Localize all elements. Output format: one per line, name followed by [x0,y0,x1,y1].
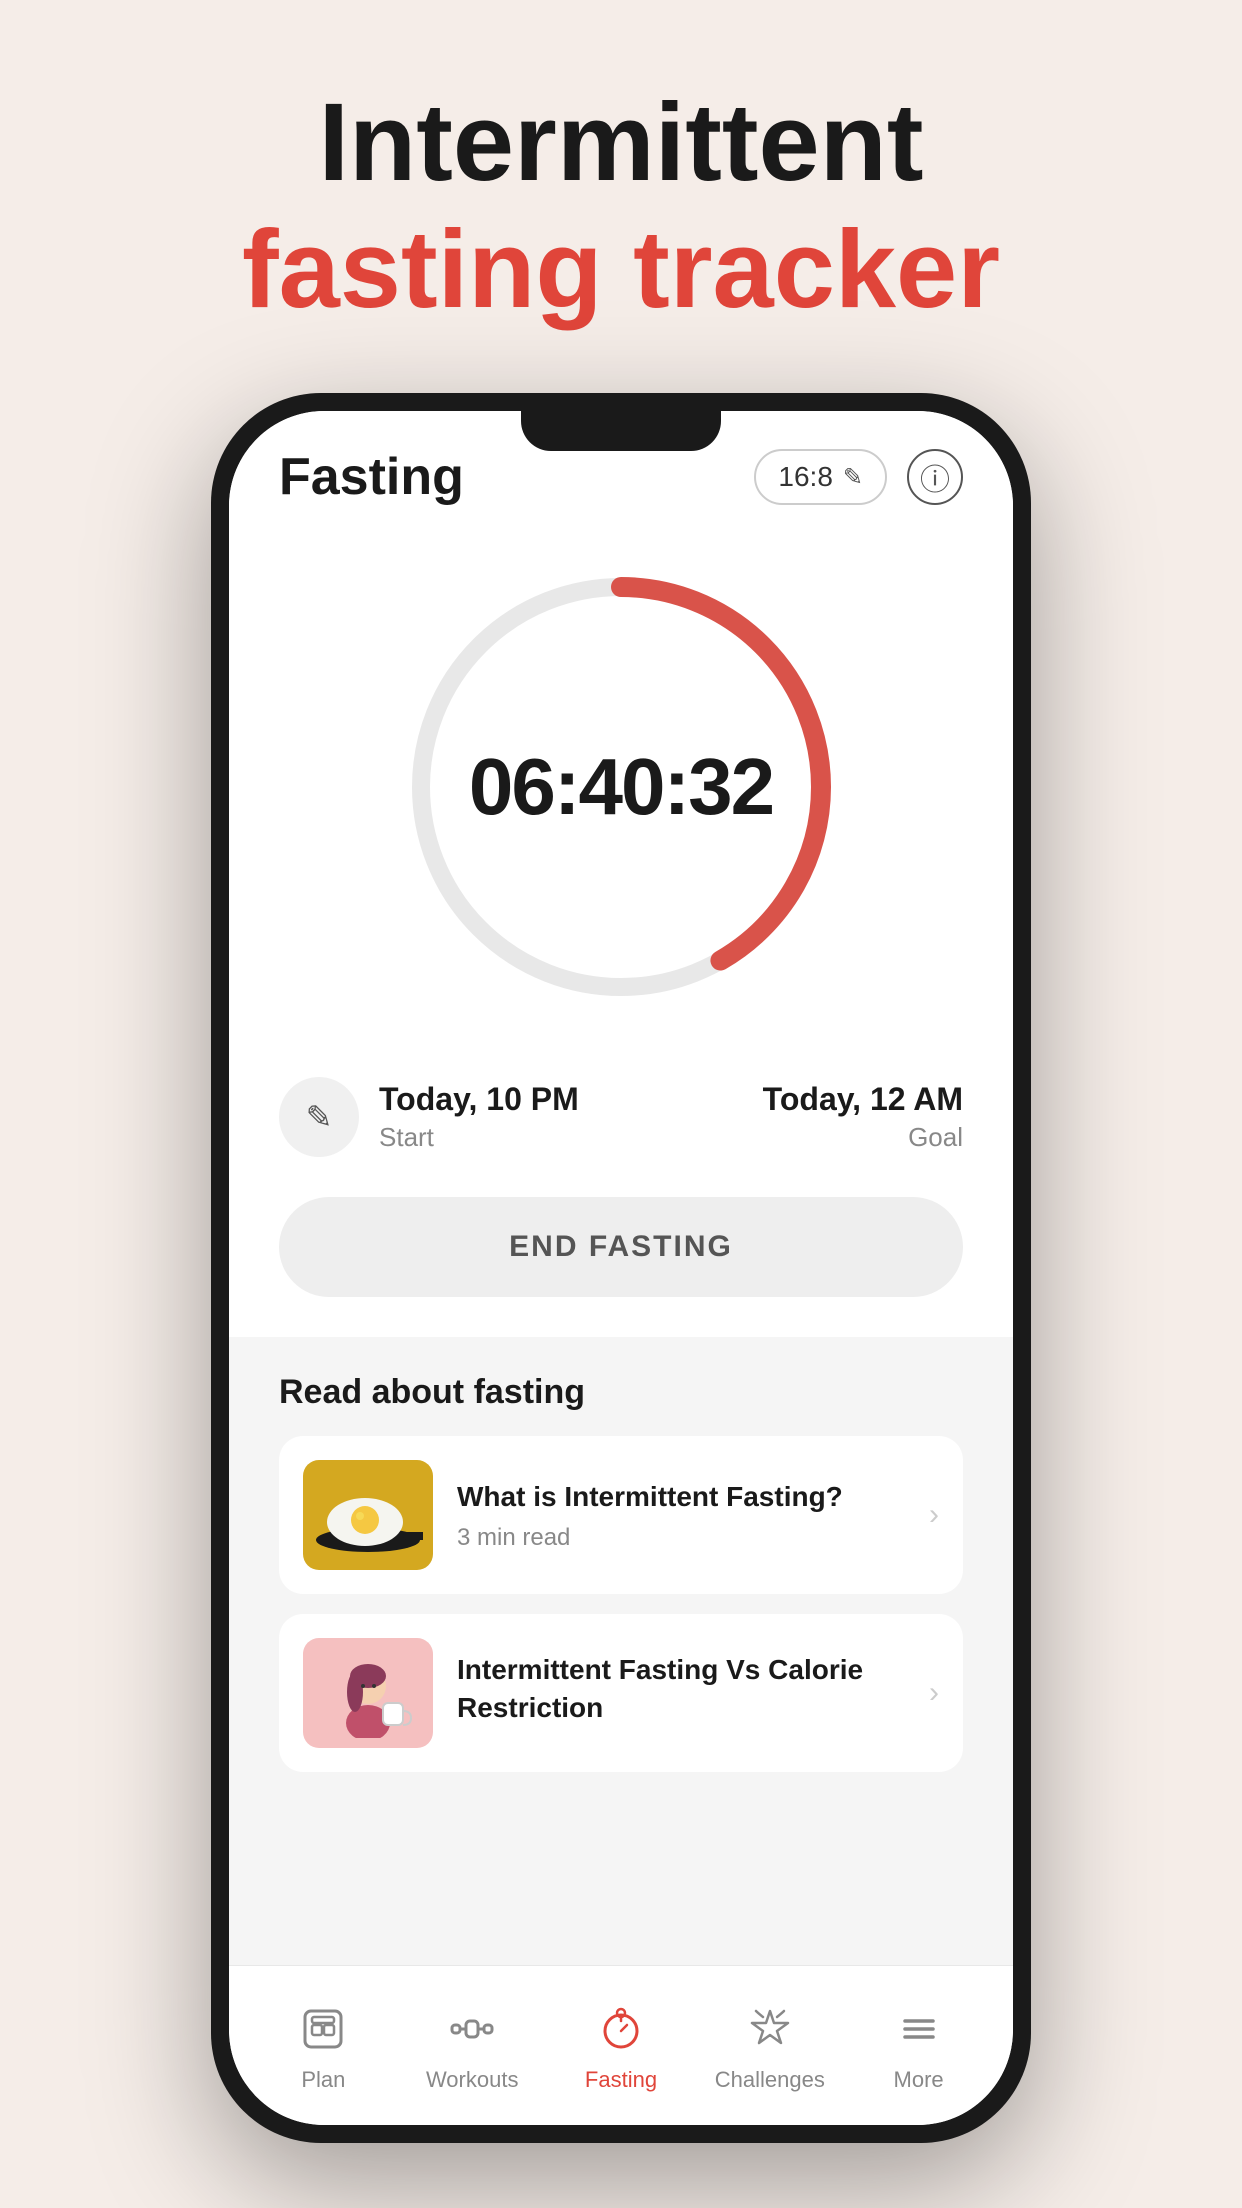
read-section-title: Read about fasting [279,1373,963,1412]
workouts-icon [442,1999,502,2059]
challenges-icon [740,1999,800,2059]
page-title: Fasting [279,447,464,507]
nav-item-more[interactable]: More [844,1999,993,2093]
start-time-label: Start [379,1122,579,1153]
app-content: Fasting 16:8 ✎ ⓘ [229,411,1013,2125]
time-details: Today, 10 PM Start Today, 12 AM Goal [379,1081,963,1153]
article-info-1: What is Intermittent Fasting? 3 min read [457,1478,905,1552]
timer-circle: 06:40:32 [381,547,861,1027]
article-chevron-2: › [929,1676,939,1710]
plan-badge[interactable]: 16:8 ✎ [754,449,887,505]
goal-time-value: Today, 12 AM [763,1081,963,1118]
article-chevron-1: › [929,1498,939,1532]
end-fasting-button[interactable]: END FASTING [279,1197,963,1297]
read-section: Read about fasting [229,1337,1013,1965]
nav-item-challenges[interactable]: Challenges [695,1999,844,2093]
nav-label-plan: Plan [301,2067,345,2093]
header-right: 16:8 ✎ ⓘ [754,449,963,505]
nav-label-workouts: Workouts [426,2067,519,2093]
article-title-2: Intermittent Fasting Vs Calorie Restrict… [457,1651,905,1727]
egg-illustration [313,1470,423,1560]
phone-mockup: Fasting 16:8 ✎ ⓘ [211,393,1031,2143]
nav-item-workouts[interactable]: Workouts [398,1999,547,2093]
nav-label-more: More [894,2067,944,2093]
article-card-2[interactable]: Intermittent Fasting Vs Calorie Restrict… [279,1614,963,1772]
article-meta-1: 3 min read [457,1524,905,1552]
info-button[interactable]: ⓘ [907,449,963,505]
start-time-item: Today, 10 PM Start [379,1081,579,1153]
article-info-2: Intermittent Fasting Vs Calorie Restrict… [457,1651,905,1735]
timer-display: 06:40:32 [469,741,773,833]
start-time-value: Today, 10 PM [379,1081,579,1118]
bottom-nav: Plan Workouts [229,1965,1013,2125]
hero-line2: fasting tracker [242,207,1000,334]
nav-item-plan[interactable]: Plan [249,1999,398,2093]
plan-edit-icon: ✎ [843,463,863,492]
nav-label-challenges: Challenges [715,2067,825,2093]
goal-time-item: Today, 12 AM Goal [763,1081,963,1153]
plan-icon [293,1999,353,2059]
more-icon [889,1999,949,2059]
article-thumb-1 [303,1460,433,1570]
fasting-icon [591,1999,651,2059]
article-thumb-2 [303,1638,433,1748]
article-card-1[interactable]: What is Intermittent Fasting? 3 min read… [279,1436,963,1594]
phone-notch [521,411,721,451]
hero-line1: Intermittent [242,80,1000,207]
goal-time-label: Goal [763,1122,963,1153]
phone-screen: Fasting 16:8 ✎ ⓘ [229,411,1013,2125]
nav-item-fasting[interactable]: Fasting [547,1999,696,2093]
edit-icon: ✎ [306,1098,333,1136]
hero-section: Intermittent fasting tracker [242,80,1000,333]
info-icon: ⓘ [920,455,950,499]
time-info-row: ✎ Today, 10 PM Start Today, 12 AM Goal [229,1057,1013,1187]
nav-label-fasting: Fasting [585,2067,657,2093]
woman-illustration [313,1648,423,1738]
timer-section: 06:40:32 [229,527,1013,1057]
plan-label: 16:8 [778,461,833,493]
time-edit-button[interactable]: ✎ [279,1077,359,1157]
end-fasting-container: END FASTING [229,1187,1013,1337]
article-title-1: What is Intermittent Fasting? [457,1478,905,1516]
